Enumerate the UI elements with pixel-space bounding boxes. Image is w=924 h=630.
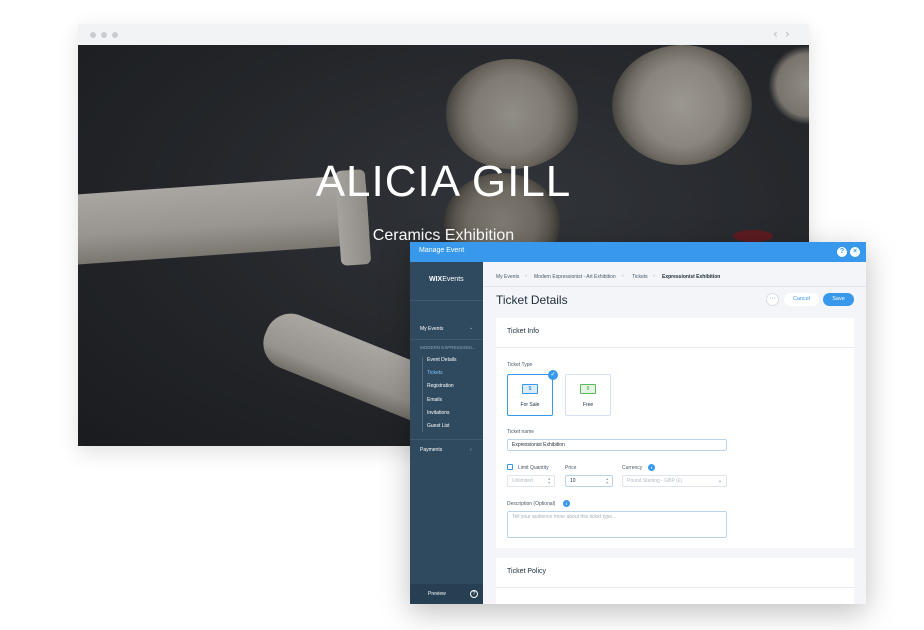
currency-select: Pound Sterling - GBP (£) ▼	[622, 475, 727, 487]
breadcrumb-event[interactable]: Modern Expressionist - Art Exhibition	[534, 274, 616, 280]
breadcrumb-chevron-icon: ›	[525, 273, 527, 279]
breadcrumb-tickets[interactable]: Tickets	[632, 274, 648, 280]
sidebar-item-event-details[interactable]: Event Details	[427, 357, 456, 363]
window-dot-icon	[90, 32, 96, 38]
price-label: Price	[565, 465, 577, 471]
sidebar-item-invitations[interactable]: Invitations	[427, 410, 450, 416]
check-icon: ✓	[548, 370, 558, 380]
ticket-policy-card: Ticket Policy	[496, 558, 854, 604]
divider	[483, 286, 866, 287]
breadcrumb-current: Expressionist Exhibition	[662, 274, 721, 280]
ticket-name-input[interactable]: Expressionist Exhibition	[507, 439, 727, 451]
ticket-name-label: Ticket name	[507, 429, 535, 435]
card-title: Ticket Policy	[507, 568, 547, 575]
ticket-type-free[interactable]: 0 Free	[565, 374, 611, 416]
ticket-free-icon: 0	[580, 384, 596, 394]
browser-toolbar: ‹ ›	[78, 24, 809, 45]
main-panel: My Events › Modern Expressionist - Art E…	[483, 262, 866, 604]
dialog-header: Manage Event ? ×	[410, 242, 866, 262]
window-dot-icon	[101, 32, 107, 38]
sidebar-section-label: MODERN EXPRESSIONI...	[420, 345, 476, 350]
description-textarea[interactable]: Tell your audience more about this ticke…	[507, 511, 727, 538]
preview-label: Preview	[428, 591, 446, 597]
dialog-title: Manage Event	[419, 247, 465, 254]
sidebar-nav-rail	[422, 357, 423, 432]
wix-events-logo: WIXEvents	[429, 276, 464, 283]
chevron-right-icon: ›	[470, 447, 472, 453]
limit-quantity-input: Unlimited ▲ ▼	[507, 475, 555, 487]
chevron-down-icon: ⌄	[469, 325, 474, 331]
breadcrumb-chevron-icon: ›	[622, 273, 624, 279]
ticket-type-label: For Sale	[520, 402, 540, 408]
back-arrow-icon[interactable]: ‹	[773, 27, 778, 41]
ticket-type-label: Free	[582, 402, 594, 408]
more-actions-button[interactable]: ···	[766, 293, 779, 306]
divider	[410, 339, 483, 340]
divider	[410, 300, 483, 301]
info-icon[interactable]: i	[563, 500, 570, 507]
help-icon[interactable]: ?	[837, 247, 847, 257]
stepper-icon: ▲ ▼	[547, 477, 551, 485]
sidebar-item-tickets[interactable]: Tickets	[427, 370, 443, 376]
close-icon[interactable]: ×	[850, 247, 860, 257]
ticket-type-for-sale[interactable]: ✓ $ For Sale	[507, 370, 558, 416]
divider	[496, 587, 854, 588]
ticket-dollar-icon: $	[522, 384, 538, 394]
save-button[interactable]: Save	[823, 293, 854, 306]
cancel-button[interactable]: Cancel	[784, 293, 819, 306]
sidebar-item-my-events[interactable]: My Events	[420, 326, 443, 332]
divider	[410, 439, 483, 440]
divider	[496, 347, 854, 348]
info-icon[interactable]: i	[648, 464, 655, 471]
stepper-icon[interactable]: ▲ ▼	[606, 477, 609, 485]
preview-bar[interactable]: Preview ?	[410, 584, 483, 604]
manage-event-dialog: Manage Event ? × WIXEvents My Events ⌄ M…	[410, 242, 866, 604]
hero-title: ALICIA GILL	[315, 157, 572, 206]
ticket-type-label: Ticket Type	[507, 362, 533, 368]
forward-arrow-icon[interactable]: ›	[785, 27, 790, 41]
window-dot-icon	[112, 32, 118, 38]
breadcrumb-my-events[interactable]: My Events	[496, 274, 519, 280]
limit-quantity-checkbox[interactable]	[507, 464, 513, 470]
sidebar-item-payments[interactable]: Payments	[420, 447, 442, 453]
description-label: Description (Optional)	[507, 501, 556, 507]
help-circle-icon[interactable]: ?	[470, 590, 478, 598]
ticket-info-card: Ticket Info Ticket Type ✓ $ For Sale 0 F…	[496, 318, 854, 548]
chevron-down-icon: ▼	[718, 479, 722, 484]
card-title: Ticket Info	[507, 328, 540, 335]
sidebar-item-guest-list[interactable]: Guest List	[427, 423, 450, 429]
price-input[interactable]: 10 ▲ ▼	[565, 475, 613, 487]
currency-label: Currency	[622, 465, 643, 471]
sidebar-item-registration[interactable]: Registration	[427, 383, 454, 389]
sidebar: WIXEvents My Events ⌄ MODERN EXPRESSIONI…	[410, 262, 483, 604]
sidebar-item-emails[interactable]: Emails	[427, 397, 442, 403]
limit-quantity-label: Limit Quantity	[518, 465, 549, 471]
page-title: Ticket Details	[496, 293, 568, 307]
breadcrumb-chevron-icon: ›	[653, 273, 655, 279]
